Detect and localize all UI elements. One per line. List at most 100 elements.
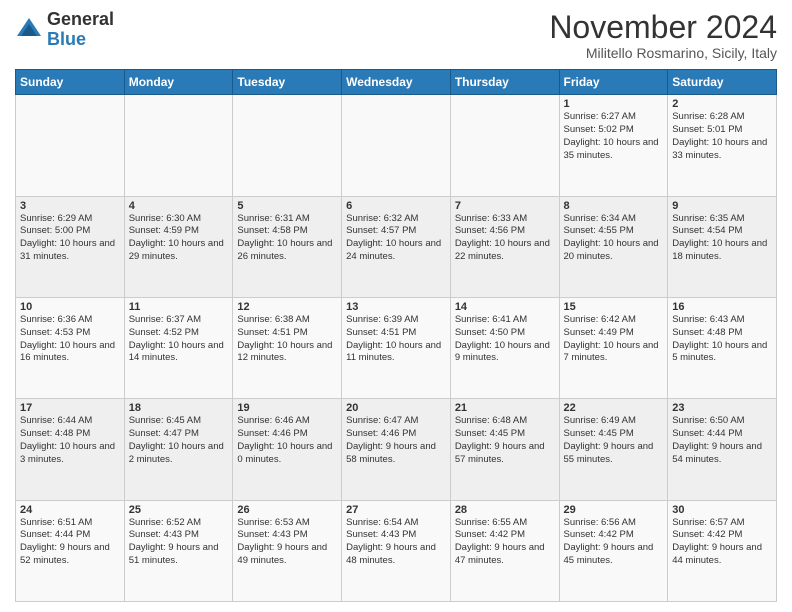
day-info: Sunrise: 6:52 AM Sunset: 4:43 PM Dayligh… — [129, 517, 229, 568]
day-number: 6 — [346, 200, 446, 212]
day-cell: 19Sunrise: 6:46 AM Sunset: 4:46 PM Dayli… — [233, 399, 342, 500]
day-cell: 16Sunrise: 6:43 AM Sunset: 4:48 PM Dayli… — [668, 297, 777, 398]
day-number: 7 — [455, 200, 555, 212]
day-info: Sunrise: 6:56 AM Sunset: 4:42 PM Dayligh… — [564, 517, 664, 568]
day-cell: 12Sunrise: 6:38 AM Sunset: 4:51 PM Dayli… — [233, 297, 342, 398]
day-cell: 27Sunrise: 6:54 AM Sunset: 4:43 PM Dayli… — [342, 500, 451, 601]
day-number: 25 — [129, 504, 229, 516]
day-number: 23 — [672, 402, 772, 414]
month-title: November 2024 — [549, 10, 777, 45]
day-cell: 14Sunrise: 6:41 AM Sunset: 4:50 PM Dayli… — [450, 297, 559, 398]
day-cell: 7Sunrise: 6:33 AM Sunset: 4:56 PM Daylig… — [450, 196, 559, 297]
day-info: Sunrise: 6:44 AM Sunset: 4:48 PM Dayligh… — [20, 415, 120, 466]
day-number: 4 — [129, 200, 229, 212]
logo-text: General Blue — [47, 10, 114, 50]
day-info: Sunrise: 6:39 AM Sunset: 4:51 PM Dayligh… — [346, 314, 446, 365]
day-cell: 6Sunrise: 6:32 AM Sunset: 4:57 PM Daylig… — [342, 196, 451, 297]
logo: General Blue — [15, 10, 114, 50]
day-cell: 13Sunrise: 6:39 AM Sunset: 4:51 PM Dayli… — [342, 297, 451, 398]
day-info: Sunrise: 6:28 AM Sunset: 5:01 PM Dayligh… — [672, 111, 772, 162]
header-cell-sunday: Sunday — [16, 70, 125, 95]
week-row-0: 1Sunrise: 6:27 AM Sunset: 5:02 PM Daylig… — [16, 95, 777, 196]
day-cell: 18Sunrise: 6:45 AM Sunset: 4:47 PM Dayli… — [124, 399, 233, 500]
day-number: 29 — [564, 504, 664, 516]
day-info: Sunrise: 6:33 AM Sunset: 4:56 PM Dayligh… — [455, 213, 555, 264]
logo-icon — [15, 16, 43, 44]
day-info: Sunrise: 6:34 AM Sunset: 4:55 PM Dayligh… — [564, 213, 664, 264]
day-cell: 28Sunrise: 6:55 AM Sunset: 4:42 PM Dayli… — [450, 500, 559, 601]
day-info: Sunrise: 6:32 AM Sunset: 4:57 PM Dayligh… — [346, 213, 446, 264]
day-cell: 25Sunrise: 6:52 AM Sunset: 4:43 PM Dayli… — [124, 500, 233, 601]
day-number: 8 — [564, 200, 664, 212]
week-row-2: 10Sunrise: 6:36 AM Sunset: 4:53 PM Dayli… — [16, 297, 777, 398]
location: Militello Rosmarino, Sicily, Italy — [549, 45, 777, 61]
day-number: 12 — [237, 301, 337, 313]
day-number: 24 — [20, 504, 120, 516]
day-cell: 9Sunrise: 6:35 AM Sunset: 4:54 PM Daylig… — [668, 196, 777, 297]
day-cell: 11Sunrise: 6:37 AM Sunset: 4:52 PM Dayli… — [124, 297, 233, 398]
day-cell: 3Sunrise: 6:29 AM Sunset: 5:00 PM Daylig… — [16, 196, 125, 297]
week-row-3: 17Sunrise: 6:44 AM Sunset: 4:48 PM Dayli… — [16, 399, 777, 500]
day-info: Sunrise: 6:38 AM Sunset: 4:51 PM Dayligh… — [237, 314, 337, 365]
day-number: 21 — [455, 402, 555, 414]
day-info: Sunrise: 6:55 AM Sunset: 4:42 PM Dayligh… — [455, 517, 555, 568]
day-number: 15 — [564, 301, 664, 313]
day-number: 18 — [129, 402, 229, 414]
day-number: 5 — [237, 200, 337, 212]
day-info: Sunrise: 6:53 AM Sunset: 4:43 PM Dayligh… — [237, 517, 337, 568]
day-cell: 20Sunrise: 6:47 AM Sunset: 4:46 PM Dayli… — [342, 399, 451, 500]
day-cell: 17Sunrise: 6:44 AM Sunset: 4:48 PM Dayli… — [16, 399, 125, 500]
day-number: 16 — [672, 301, 772, 313]
day-cell — [233, 95, 342, 196]
day-cell — [342, 95, 451, 196]
day-info: Sunrise: 6:42 AM Sunset: 4:49 PM Dayligh… — [564, 314, 664, 365]
day-number: 2 — [672, 98, 772, 110]
day-cell: 30Sunrise: 6:57 AM Sunset: 4:42 PM Dayli… — [668, 500, 777, 601]
day-number: 13 — [346, 301, 446, 313]
day-info: Sunrise: 6:54 AM Sunset: 4:43 PM Dayligh… — [346, 517, 446, 568]
day-number: 11 — [129, 301, 229, 313]
day-cell: 21Sunrise: 6:48 AM Sunset: 4:45 PM Dayli… — [450, 399, 559, 500]
header-cell-wednesday: Wednesday — [342, 70, 451, 95]
day-number: 20 — [346, 402, 446, 414]
day-info: Sunrise: 6:36 AM Sunset: 4:53 PM Dayligh… — [20, 314, 120, 365]
day-info: Sunrise: 6:47 AM Sunset: 4:46 PM Dayligh… — [346, 415, 446, 466]
day-number: 26 — [237, 504, 337, 516]
day-info: Sunrise: 6:48 AM Sunset: 4:45 PM Dayligh… — [455, 415, 555, 466]
day-number: 30 — [672, 504, 772, 516]
day-info: Sunrise: 6:51 AM Sunset: 4:44 PM Dayligh… — [20, 517, 120, 568]
day-info: Sunrise: 6:30 AM Sunset: 4:59 PM Dayligh… — [129, 213, 229, 264]
header-row: SundayMondayTuesdayWednesdayThursdayFrid… — [16, 70, 777, 95]
day-cell: 2Sunrise: 6:28 AM Sunset: 5:01 PM Daylig… — [668, 95, 777, 196]
day-info: Sunrise: 6:35 AM Sunset: 4:54 PM Dayligh… — [672, 213, 772, 264]
day-cell: 24Sunrise: 6:51 AM Sunset: 4:44 PM Dayli… — [16, 500, 125, 601]
day-number: 14 — [455, 301, 555, 313]
header-cell-saturday: Saturday — [668, 70, 777, 95]
day-number: 28 — [455, 504, 555, 516]
day-info: Sunrise: 6:43 AM Sunset: 4:48 PM Dayligh… — [672, 314, 772, 365]
day-number: 1 — [564, 98, 664, 110]
week-row-1: 3Sunrise: 6:29 AM Sunset: 5:00 PM Daylig… — [16, 196, 777, 297]
day-number: 9 — [672, 200, 772, 212]
day-cell: 29Sunrise: 6:56 AM Sunset: 4:42 PM Dayli… — [559, 500, 668, 601]
title-block: November 2024 Militello Rosmarino, Sicil… — [549, 10, 777, 61]
header-cell-monday: Monday — [124, 70, 233, 95]
day-info: Sunrise: 6:49 AM Sunset: 4:45 PM Dayligh… — [564, 415, 664, 466]
day-info: Sunrise: 6:29 AM Sunset: 5:00 PM Dayligh… — [20, 213, 120, 264]
day-cell — [16, 95, 125, 196]
day-cell: 4Sunrise: 6:30 AM Sunset: 4:59 PM Daylig… — [124, 196, 233, 297]
day-cell — [450, 95, 559, 196]
header-cell-tuesday: Tuesday — [233, 70, 342, 95]
day-info: Sunrise: 6:27 AM Sunset: 5:02 PM Dayligh… — [564, 111, 664, 162]
calendar-page: General Blue November 2024 Militello Ros… — [0, 0, 792, 612]
day-info: Sunrise: 6:50 AM Sunset: 4:44 PM Dayligh… — [672, 415, 772, 466]
day-cell: 8Sunrise: 6:34 AM Sunset: 4:55 PM Daylig… — [559, 196, 668, 297]
day-cell: 10Sunrise: 6:36 AM Sunset: 4:53 PM Dayli… — [16, 297, 125, 398]
day-cell: 5Sunrise: 6:31 AM Sunset: 4:58 PM Daylig… — [233, 196, 342, 297]
day-cell: 23Sunrise: 6:50 AM Sunset: 4:44 PM Dayli… — [668, 399, 777, 500]
day-info: Sunrise: 6:46 AM Sunset: 4:46 PM Dayligh… — [237, 415, 337, 466]
week-row-4: 24Sunrise: 6:51 AM Sunset: 4:44 PM Dayli… — [16, 500, 777, 601]
day-cell — [124, 95, 233, 196]
day-info: Sunrise: 6:41 AM Sunset: 4:50 PM Dayligh… — [455, 314, 555, 365]
header-cell-friday: Friday — [559, 70, 668, 95]
